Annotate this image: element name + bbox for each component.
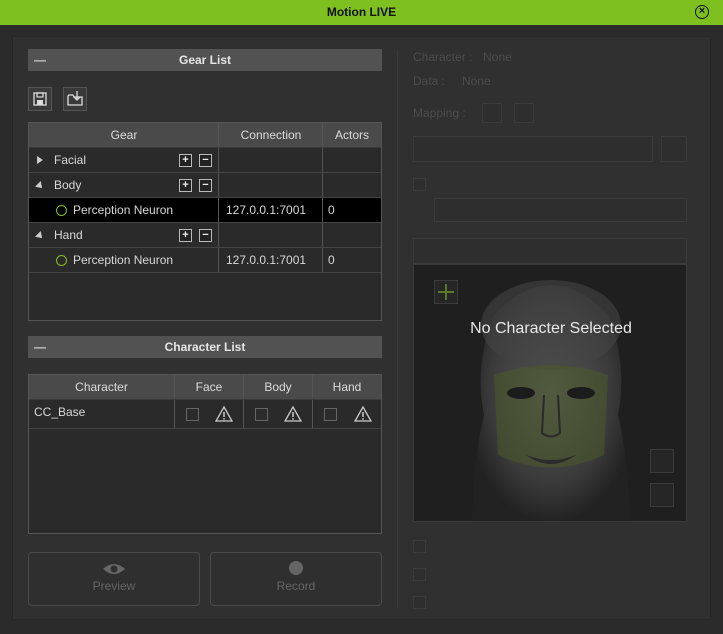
eye-icon: [103, 564, 125, 574]
remove-icon[interactable]: −: [199, 179, 212, 192]
gear-group-label: Hand: [54, 228, 83, 242]
remove-icon[interactable]: −: [199, 154, 212, 167]
col-connection[interactable]: Connection: [219, 123, 323, 147]
warning-icon: [284, 406, 302, 422]
character-row[interactable]: CC_Base: [29, 400, 381, 429]
gear-item-label: Perception Neuron: [73, 203, 174, 217]
hand-checkbox[interactable]: [324, 408, 337, 421]
col-actors[interactable]: Actors: [323, 123, 381, 147]
gear-actors: 0: [328, 203, 335, 217]
add-icon[interactable]: +: [179, 179, 192, 192]
remove-icon[interactable]: −: [199, 229, 212, 242]
disabled-checkbox-3[interactable]: [413, 568, 426, 581]
no-character-message: No Character Selected: [470, 320, 632, 337]
disabled-tabs[interactable]: [413, 238, 687, 264]
character-label: Character :: [413, 50, 473, 64]
preview-button[interactable]: Preview: [28, 552, 200, 606]
body-checkbox[interactable]: [255, 408, 268, 421]
gear-group-label: Body: [54, 178, 82, 192]
save-icon[interactable]: [28, 87, 52, 111]
add-icon[interactable]: +: [179, 154, 192, 167]
col-character[interactable]: Character: [29, 375, 174, 399]
expand-icon[interactable]: [37, 148, 43, 172]
gear-row-body-neuron[interactable]: Perception Neuron 127.0.0.1:7001 0: [29, 198, 381, 223]
gear-group-label: Facial: [54, 153, 87, 167]
gear-group-body[interactable]: Body + −: [29, 173, 381, 198]
disabled-checkbox-2[interactable]: [413, 540, 426, 553]
gear-list-header[interactable]: — Gear List: [28, 49, 382, 71]
panel-separator: [397, 50, 398, 608]
col-face[interactable]: Face: [175, 375, 243, 399]
warning-icon: [215, 406, 233, 422]
gear-connection: 127.0.0.1:7001: [226, 203, 307, 217]
data-label: Data :: [413, 74, 446, 88]
col-hand[interactable]: Hand: [313, 375, 381, 399]
data-value: None: [462, 74, 491, 88]
disabled-icon-button[interactable]: [661, 136, 687, 162]
mapping-icon-2[interactable]: [514, 103, 534, 123]
mapping-label: Mapping :: [413, 106, 466, 120]
record-button[interactable]: Record: [210, 552, 382, 606]
gear-group-hand[interactable]: Hand + −: [29, 223, 381, 248]
gear-table-header: Gear Connection Actors: [29, 123, 381, 148]
character-name: CC_Base: [34, 405, 86, 419]
gear-table: Gear Connection Actors Facial + − Body +…: [28, 122, 382, 321]
gear-row-hand-neuron[interactable]: Perception Neuron 127.0.0.1:7001 0: [29, 248, 381, 273]
close-icon[interactable]: ×: [695, 5, 709, 19]
col-gear[interactable]: Gear: [29, 123, 219, 147]
gear-item-label: Perception Neuron: [73, 253, 174, 267]
open-folder-icon[interactable]: [63, 87, 87, 111]
disabled-button[interactable]: [413, 136, 653, 162]
col-body[interactable]: Body: [244, 375, 312, 399]
character-list-title: Character List: [164, 340, 246, 354]
gear-actors: 0: [328, 253, 335, 267]
expand-view-icon[interactable]: [650, 449, 674, 473]
add-icon[interactable]: +: [179, 229, 192, 242]
record-label: Record: [276, 579, 316, 593]
character-value: None: [483, 50, 512, 64]
disabled-checkbox-4[interactable]: [413, 596, 426, 609]
collapse-icon[interactable]: —: [34, 49, 46, 71]
window-title: Motion LIVE: [326, 5, 397, 19]
status-ring-icon: [56, 205, 67, 216]
move-icon[interactable]: [434, 280, 458, 304]
gear-connection: 127.0.0.1:7001: [226, 253, 307, 267]
face-checkbox[interactable]: [186, 408, 199, 421]
collapse-icon[interactable]: —: [34, 336, 46, 358]
record-icon: [289, 561, 303, 575]
gear-item: Perception Neuron: [56, 198, 173, 222]
collapse-arrow-icon[interactable]: [35, 223, 45, 247]
gear-group-facial[interactable]: Facial + −: [29, 148, 381, 173]
disabled-checkbox[interactable]: [413, 178, 426, 191]
character-table-header: Character Face Body Hand: [29, 375, 381, 400]
character-table: Character Face Body Hand CC_Base: [28, 374, 382, 534]
warning-icon: [354, 406, 372, 422]
status-ring-icon: [56, 255, 67, 266]
character-viewport[interactable]: No Character Selected: [413, 264, 687, 522]
disabled-dropdown[interactable]: [434, 198, 687, 222]
window-titlebar: Motion LIVE ×: [0, 0, 723, 25]
gear-list-title: Gear List: [178, 53, 232, 67]
character-list-header[interactable]: — Character List: [28, 336, 382, 358]
collapse-arrow-icon[interactable]: [35, 173, 45, 197]
preview-label: Preview: [92, 579, 136, 593]
gear-item: Perception Neuron: [56, 248, 173, 272]
mapping-icon-1[interactable]: [482, 103, 502, 123]
trash-icon[interactable]: [650, 483, 674, 507]
